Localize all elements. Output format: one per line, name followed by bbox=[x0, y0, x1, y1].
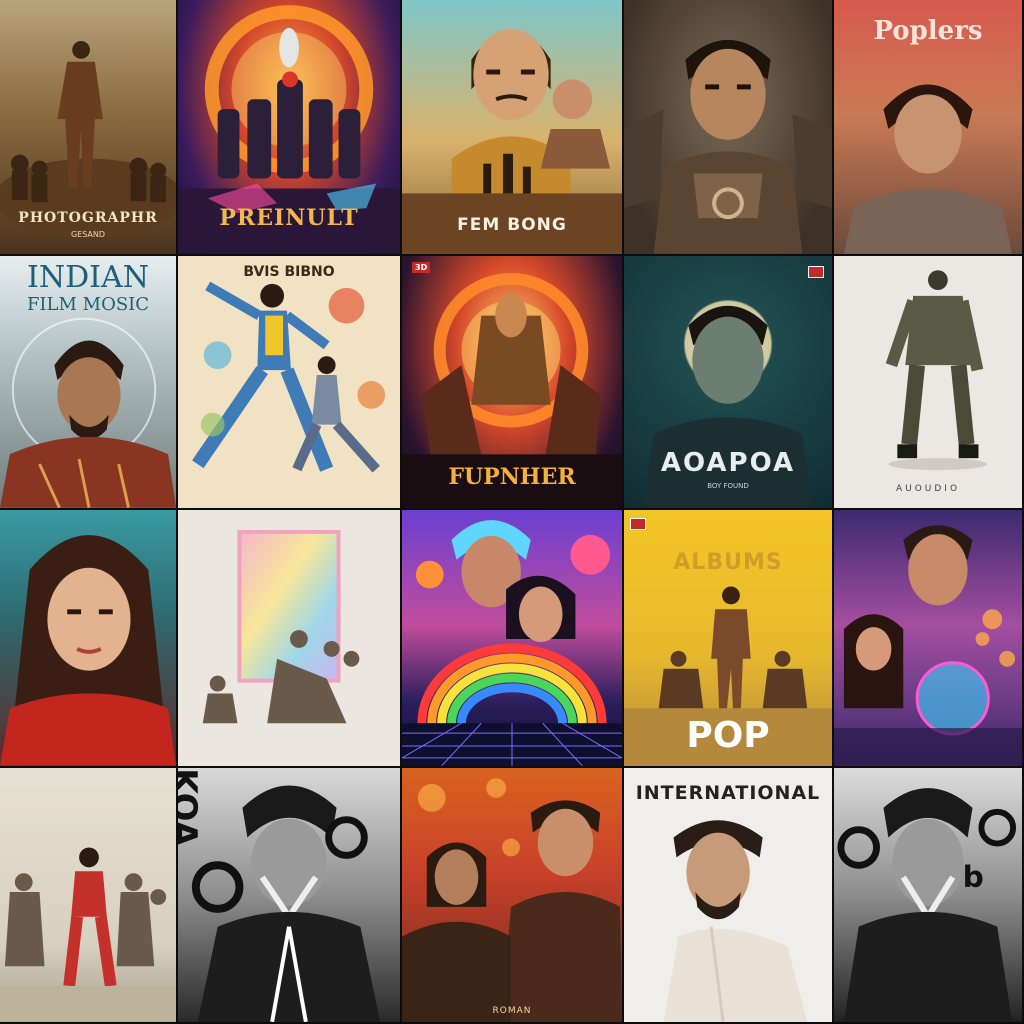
poster-title-line2: FILM MOSIC bbox=[26, 294, 150, 315]
poster-indian-film-music: INDIAN FILM MOSIC bbox=[0, 256, 178, 510]
poster-bvis-bibno: BVIS BIBNO bbox=[178, 256, 402, 510]
poster-art bbox=[624, 39, 832, 254]
poster-retro-rainbow bbox=[402, 510, 624, 768]
poster-art: KOA bbox=[178, 768, 381, 1022]
poster-art bbox=[885, 270, 988, 471]
svg-text:KOA: KOA bbox=[178, 768, 204, 846]
poster-title: PREINULT bbox=[219, 205, 359, 231]
poster-red-suit-dance bbox=[0, 768, 178, 1024]
badge bbox=[808, 266, 824, 278]
poster-art bbox=[0, 535, 176, 766]
poster-art bbox=[202, 529, 360, 724]
poster-title-line1: INDIAN bbox=[27, 260, 149, 295]
poster-photographer: PHOTOGRAPHR GESAND bbox=[0, 0, 178, 256]
poster-warrior bbox=[624, 0, 834, 256]
poster-international: INTERNATIONAL bbox=[624, 768, 834, 1024]
poster-actress bbox=[0, 510, 178, 768]
poster-rainbow-frame bbox=[178, 510, 402, 768]
poster-subtitle: POP bbox=[686, 715, 770, 756]
poster-collage: PHOTOGRAPHR GESAND PREINULT FEM BONG Pop… bbox=[0, 0, 1024, 1024]
poster-art bbox=[402, 520, 622, 766]
poster-bw-man-1: KOA bbox=[178, 768, 402, 1024]
poster-audio-soldier: AUOUDIO bbox=[834, 256, 1024, 510]
poster-aoapoa: AOAPOA BOY FOUND bbox=[624, 256, 834, 510]
poster-title: AUOUDIO bbox=[895, 484, 961, 494]
poster-bw-man-2: b bbox=[834, 768, 1024, 1024]
poster-title: FUPNHER bbox=[448, 464, 576, 490]
poster-preinult: PREINULT bbox=[178, 0, 402, 256]
3d-badge: 3D bbox=[412, 262, 431, 273]
poster-art: b bbox=[837, 788, 1017, 1022]
poster-art bbox=[663, 820, 808, 1022]
poster-fupnher: 3D FUPNHER bbox=[402, 256, 624, 510]
poster-fem-bong: FEM BONG bbox=[402, 0, 624, 256]
poster-art bbox=[0, 847, 176, 1022]
poster-subtitle: GESAND bbox=[70, 230, 106, 239]
poster-psychedelic bbox=[834, 510, 1024, 768]
badge bbox=[630, 518, 646, 530]
poster-albums-pop: ALBUMS POP bbox=[624, 510, 834, 768]
poster-title: Poplers bbox=[873, 16, 983, 46]
poster-poplers: Poplers bbox=[834, 0, 1024, 256]
svg-text:b: b bbox=[963, 859, 984, 894]
poster-art bbox=[834, 525, 1022, 766]
poster-title: FEM BONG bbox=[457, 215, 567, 235]
poster-art bbox=[402, 778, 622, 1022]
poster-title: PHOTOGRAPHR bbox=[18, 210, 158, 226]
poster-title: ALBUMS bbox=[673, 550, 783, 575]
poster-title: AOAPOA bbox=[660, 448, 796, 478]
poster-title: BVIS BIBNO bbox=[243, 264, 335, 280]
poster-roman: ROMAN bbox=[402, 768, 624, 1024]
poster-title: INTERNATIONAL bbox=[635, 782, 821, 804]
poster-subtitle: BOY FOUND bbox=[707, 482, 749, 490]
poster-art bbox=[192, 281, 386, 473]
poster-title: ROMAN bbox=[492, 1006, 532, 1016]
